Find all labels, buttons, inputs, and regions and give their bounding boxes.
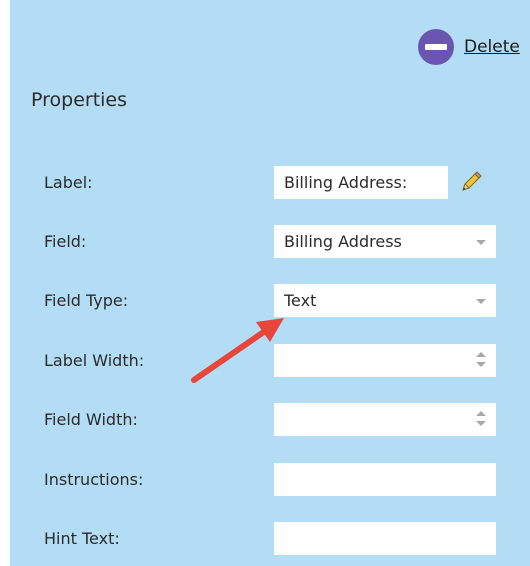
hint-text-input[interactable] xyxy=(274,522,496,555)
field-type-row-label: Field Type: xyxy=(44,291,129,310)
field-width-row-label: Field Width: xyxy=(44,410,138,429)
chevron-down-icon xyxy=(476,240,486,245)
field-type-select-value: Text xyxy=(284,291,317,310)
hint-text-row-label: Hint Text: xyxy=(44,529,120,548)
instructions-row-label: Instructions: xyxy=(44,470,144,489)
spinner-icon[interactable] xyxy=(476,411,486,427)
pencil-icon[interactable] xyxy=(460,171,482,193)
instructions-input[interactable] xyxy=(274,463,496,496)
field-row-label: Field: xyxy=(44,232,87,251)
field-width-input[interactable] xyxy=(274,403,496,436)
label-row-label: Label: xyxy=(44,173,93,192)
field-type-select[interactable]: Text xyxy=(274,284,496,317)
label-width-row-label: Label Width: xyxy=(44,351,145,370)
properties-title: Properties xyxy=(31,89,128,111)
field-select[interactable]: Billing Address xyxy=(274,225,496,258)
properties-panel: Delete Properties Label: Billing Address… xyxy=(10,0,530,566)
delete-link[interactable]: Delete xyxy=(464,37,520,57)
minus-circle-icon[interactable] xyxy=(418,29,454,65)
chevron-down-icon xyxy=(476,299,486,304)
spinner-icon[interactable] xyxy=(476,352,486,368)
label-input[interactable]: Billing Address: xyxy=(274,166,448,199)
delete-action[interactable]: Delete xyxy=(418,29,520,65)
field-select-value: Billing Address xyxy=(284,232,402,251)
label-input-value: Billing Address: xyxy=(284,173,408,192)
label-width-input[interactable] xyxy=(274,344,496,377)
